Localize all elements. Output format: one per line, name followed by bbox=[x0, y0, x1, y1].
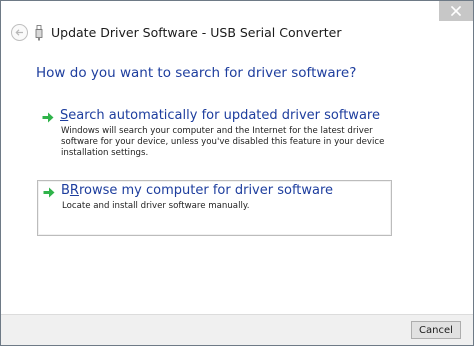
usb-device-icon bbox=[35, 25, 43, 41]
option-title-text: earch automatically for updated driver s… bbox=[68, 108, 380, 123]
dialog-window: Update Driver Software - USB Serial Conv… bbox=[0, 0, 474, 346]
green-arrow-icon bbox=[43, 187, 55, 198]
option-description: Locate and install driver software manua… bbox=[62, 201, 250, 211]
close-button[interactable] bbox=[439, 1, 473, 21]
search-automatically-option[interactable]: Search automatically for updated driver … bbox=[37, 106, 392, 164]
option-title-text: rowse my computer for driver software bbox=[78, 183, 334, 198]
option-description: Windows will search your computer and th… bbox=[61, 126, 385, 158]
back-button[interactable] bbox=[11, 24, 28, 41]
main-content: How do you want to search for driver sof… bbox=[23, 49, 451, 304]
title-bar: Update Driver Software - USB Serial Conv… bbox=[1, 1, 473, 49]
page-heading: How do you want to search for driver sof… bbox=[36, 65, 357, 81]
green-arrow-icon bbox=[42, 112, 54, 123]
close-icon bbox=[451, 6, 461, 16]
cancel-button[interactable]: Cancel bbox=[411, 321, 461, 339]
option-title: BRrowse my computer for driver software bbox=[61, 183, 333, 198]
option-title: Search automatically for updated driver … bbox=[60, 108, 380, 123]
option-title-prefix: B bbox=[61, 183, 70, 198]
access-key: R bbox=[69, 183, 79, 198]
button-bar: Cancel bbox=[1, 314, 473, 345]
back-arrow-icon bbox=[15, 29, 23, 36]
browse-computer-option[interactable]: BRrowse my computer for driver software … bbox=[37, 180, 392, 236]
window-title: Update Driver Software - USB Serial Conv… bbox=[51, 25, 342, 40]
